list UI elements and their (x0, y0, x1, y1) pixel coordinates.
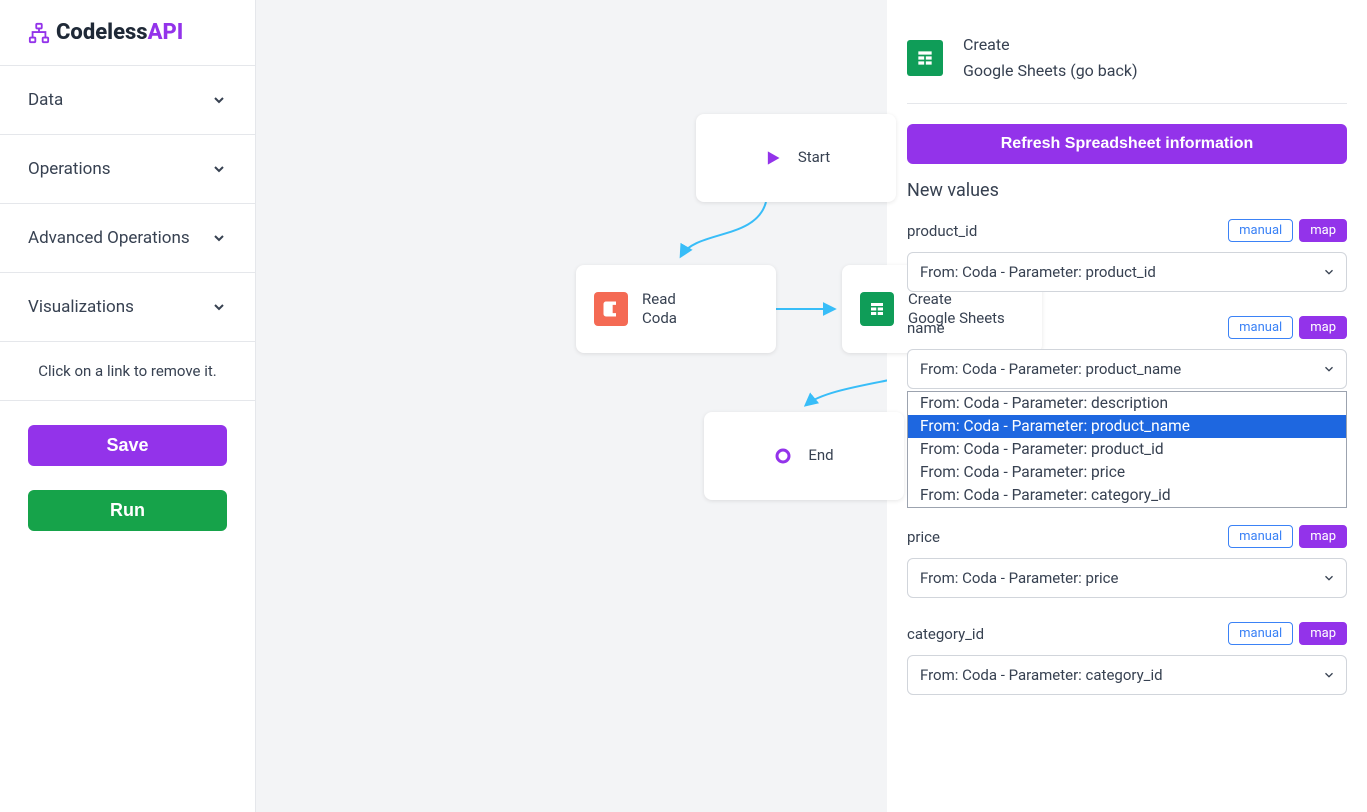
field-select[interactable]: From: Coda - Parameter: product_id (907, 252, 1347, 292)
field-label: price (907, 528, 940, 546)
refresh-button[interactable]: Refresh Spreadsheet information (907, 124, 1347, 164)
node-label: Start (798, 148, 830, 168)
sidebar-hint: Click on a link to remove it. (0, 342, 255, 401)
map-toggle[interactable]: map (1299, 316, 1347, 339)
field-select[interactable]: From: Coda - Parameter: category_id (907, 655, 1347, 695)
go-back-link[interactable]: (go back) (1070, 61, 1137, 80)
field-label: name (907, 319, 945, 337)
chevron-down-icon (211, 299, 227, 315)
field-product-id: product_id manual map From: Coda - Param… (907, 219, 1347, 292)
field-name: name manual map From: Coda - Parameter: … (907, 316, 1347, 389)
manual-toggle[interactable]: manual (1228, 219, 1293, 242)
coda-icon (594, 292, 628, 326)
dropdown-option[interactable]: From: Coda - Parameter: product_id (908, 438, 1346, 461)
panel-source: Google Sheets (963, 61, 1066, 80)
sidebar: CodelessAPI Data Operations Advanced Ope… (0, 0, 256, 812)
node-label: Read Coda (642, 290, 677, 329)
panel-title: Create (963, 32, 1138, 58)
field-category-id: category_id manual map From: Coda - Para… (907, 622, 1347, 695)
sidebar-item-advanced-operations[interactable]: Advanced Operations (0, 204, 255, 273)
circle-icon (774, 447, 792, 465)
play-icon (762, 148, 782, 168)
sidebar-item-operations[interactable]: Operations (0, 135, 255, 204)
save-button[interactable]: Save (28, 425, 227, 466)
logo[interactable]: CodelessAPI (0, 0, 255, 66)
sidebar-actions: Save Run (0, 401, 255, 555)
field-label: category_id (907, 625, 984, 643)
map-toggle[interactable]: map (1299, 219, 1347, 242)
chevron-down-icon (211, 230, 227, 246)
manual-toggle[interactable]: manual (1228, 622, 1293, 645)
sidebar-item-data[interactable]: Data (0, 66, 255, 135)
run-button[interactable]: Run (28, 490, 227, 531)
node-read-coda[interactable]: Read Coda (576, 265, 776, 353)
field-select[interactable]: From: Coda - Parameter: product_name (907, 349, 1347, 389)
section-title: New values (907, 180, 1347, 201)
manual-toggle[interactable]: manual (1228, 316, 1293, 339)
sidebar-menu: Data Operations Advanced Operations Visu… (0, 66, 255, 342)
field-dropdown: From: Coda - Parameter: description From… (907, 391, 1347, 508)
sidebar-item-visualizations[interactable]: Visualizations (0, 273, 255, 342)
map-toggle[interactable]: map (1299, 622, 1347, 645)
properties-panel: Create Google Sheets (go back) Refresh S… (887, 0, 1367, 812)
dropdown-option[interactable]: From: Coda - Parameter: category_id (908, 484, 1346, 507)
manual-toggle[interactable]: manual (1228, 525, 1293, 548)
google-sheets-icon (907, 40, 943, 76)
field-select[interactable]: From: Coda - Parameter: price (907, 558, 1347, 598)
chevron-down-icon (211, 161, 227, 177)
sidebar-item-label: Operations (28, 159, 111, 179)
flow-canvas[interactable]: Start Read Coda Create Google Sheets End (256, 0, 887, 812)
logo-text: CodelessAPI (56, 20, 183, 45)
map-toggle[interactable]: map (1299, 525, 1347, 548)
chevron-down-icon (211, 92, 227, 108)
panel-header-text: Create Google Sheets (go back) (963, 32, 1138, 83)
sidebar-item-label: Data (28, 90, 63, 110)
node-start[interactable]: Start (696, 114, 896, 202)
sidebar-item-label: Advanced Operations (28, 228, 190, 248)
dropdown-option[interactable]: From: Coda - Parameter: description (908, 392, 1346, 415)
node-end[interactable]: End (704, 412, 904, 500)
sidebar-item-label: Visualizations (28, 297, 134, 317)
node-label: End (808, 446, 833, 466)
field-label: product_id (907, 222, 977, 240)
dropdown-option[interactable]: From: Coda - Parameter: product_name (908, 415, 1346, 438)
field-price: price manual map From: Coda - Parameter:… (907, 525, 1347, 598)
dropdown-option[interactable]: From: Coda - Parameter: price (908, 461, 1346, 484)
panel-header: Create Google Sheets (go back) (907, 20, 1347, 104)
sitemap-icon (28, 22, 50, 44)
google-sheets-icon (860, 292, 894, 326)
